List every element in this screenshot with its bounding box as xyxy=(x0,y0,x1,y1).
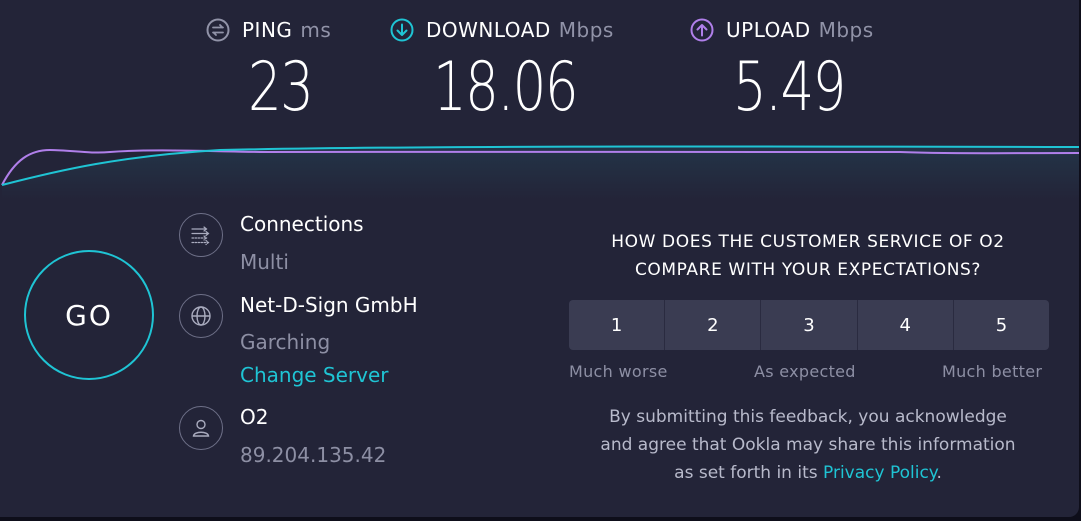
privacy-policy-link[interactable]: Privacy Policy xyxy=(823,463,936,483)
upload-unit: Mbps xyxy=(818,18,874,42)
connections-title: Connections xyxy=(240,212,364,236)
disclaimer-suffix: . xyxy=(936,463,942,483)
download-value: 18.06 xyxy=(433,48,579,127)
connections-icon[interactable] xyxy=(179,213,223,257)
disclaimer-line2: and agree that Ookla may share this info… xyxy=(600,435,1016,455)
ping-unit: ms xyxy=(300,18,332,42)
connections-value[interactable]: Multi xyxy=(240,250,289,274)
scale-label-mid: As expected xyxy=(754,362,856,381)
speed-graph xyxy=(1,145,1079,200)
disclaimer-line1: By submitting this feedback, you acknowl… xyxy=(609,407,1007,427)
survey-question: HOW DOES THE CUSTOMER SERVICE OF O2 COMP… xyxy=(568,228,1048,284)
user-icon xyxy=(179,406,223,450)
upload-arrow-icon xyxy=(690,18,714,42)
scale-label-high: Much better xyxy=(942,362,1043,381)
server-name: Net-D-Sign GmbH xyxy=(240,293,418,317)
ping-value: 23 xyxy=(248,48,314,127)
rating-button-3[interactable]: 3 xyxy=(761,300,858,350)
provider-name: O2 xyxy=(240,405,269,429)
ping-icon xyxy=(206,18,230,42)
download-metric: DOWNLOAD Mbps 18.06 xyxy=(390,18,618,122)
rating-button-4[interactable]: 4 xyxy=(857,300,954,350)
download-arrow-icon xyxy=(390,18,414,42)
download-unit: Mbps xyxy=(558,18,614,42)
ping-label: PING xyxy=(242,18,293,42)
disclaimer-line3: as set forth in its Privacy Policy. xyxy=(568,459,1048,487)
upload-label: UPLOAD xyxy=(726,18,811,42)
change-server-link[interactable]: Change Server xyxy=(240,363,389,387)
download-label: DOWNLOAD xyxy=(426,18,551,42)
disclaimer-prefix: as set forth in its xyxy=(674,463,823,483)
ping-metric: PING ms 23 xyxy=(206,18,331,122)
scale-label-low: Much worse xyxy=(569,362,668,381)
rating-scale: 1 2 3 4 5 xyxy=(569,300,1050,350)
server-location: Garching xyxy=(240,330,331,354)
upload-value: 5.49 xyxy=(733,48,846,127)
globe-icon xyxy=(179,294,223,338)
survey-question-line1: HOW DOES THE CUSTOMER SERVICE OF O2 xyxy=(611,232,1005,252)
rating-button-5[interactable]: 5 xyxy=(953,300,1050,350)
survey-question-line2: COMPARE WITH YOUR EXPECTATIONS? xyxy=(634,260,982,280)
rating-button-2[interactable]: 2 xyxy=(665,300,762,350)
upload-metric: UPLOAD Mbps 5.49 xyxy=(690,18,876,122)
feedback-disclaimer: By submitting this feedback, you acknowl… xyxy=(568,403,1048,487)
provider-ip: 89.204.135.42 xyxy=(240,443,387,467)
speedtest-panel: PING ms 23 DOWNLOAD Mbps 18.06 UPLOAD Mb… xyxy=(0,0,1079,517)
rating-button-1[interactable]: 1 xyxy=(569,300,666,350)
go-button[interactable]: GO xyxy=(24,250,154,380)
